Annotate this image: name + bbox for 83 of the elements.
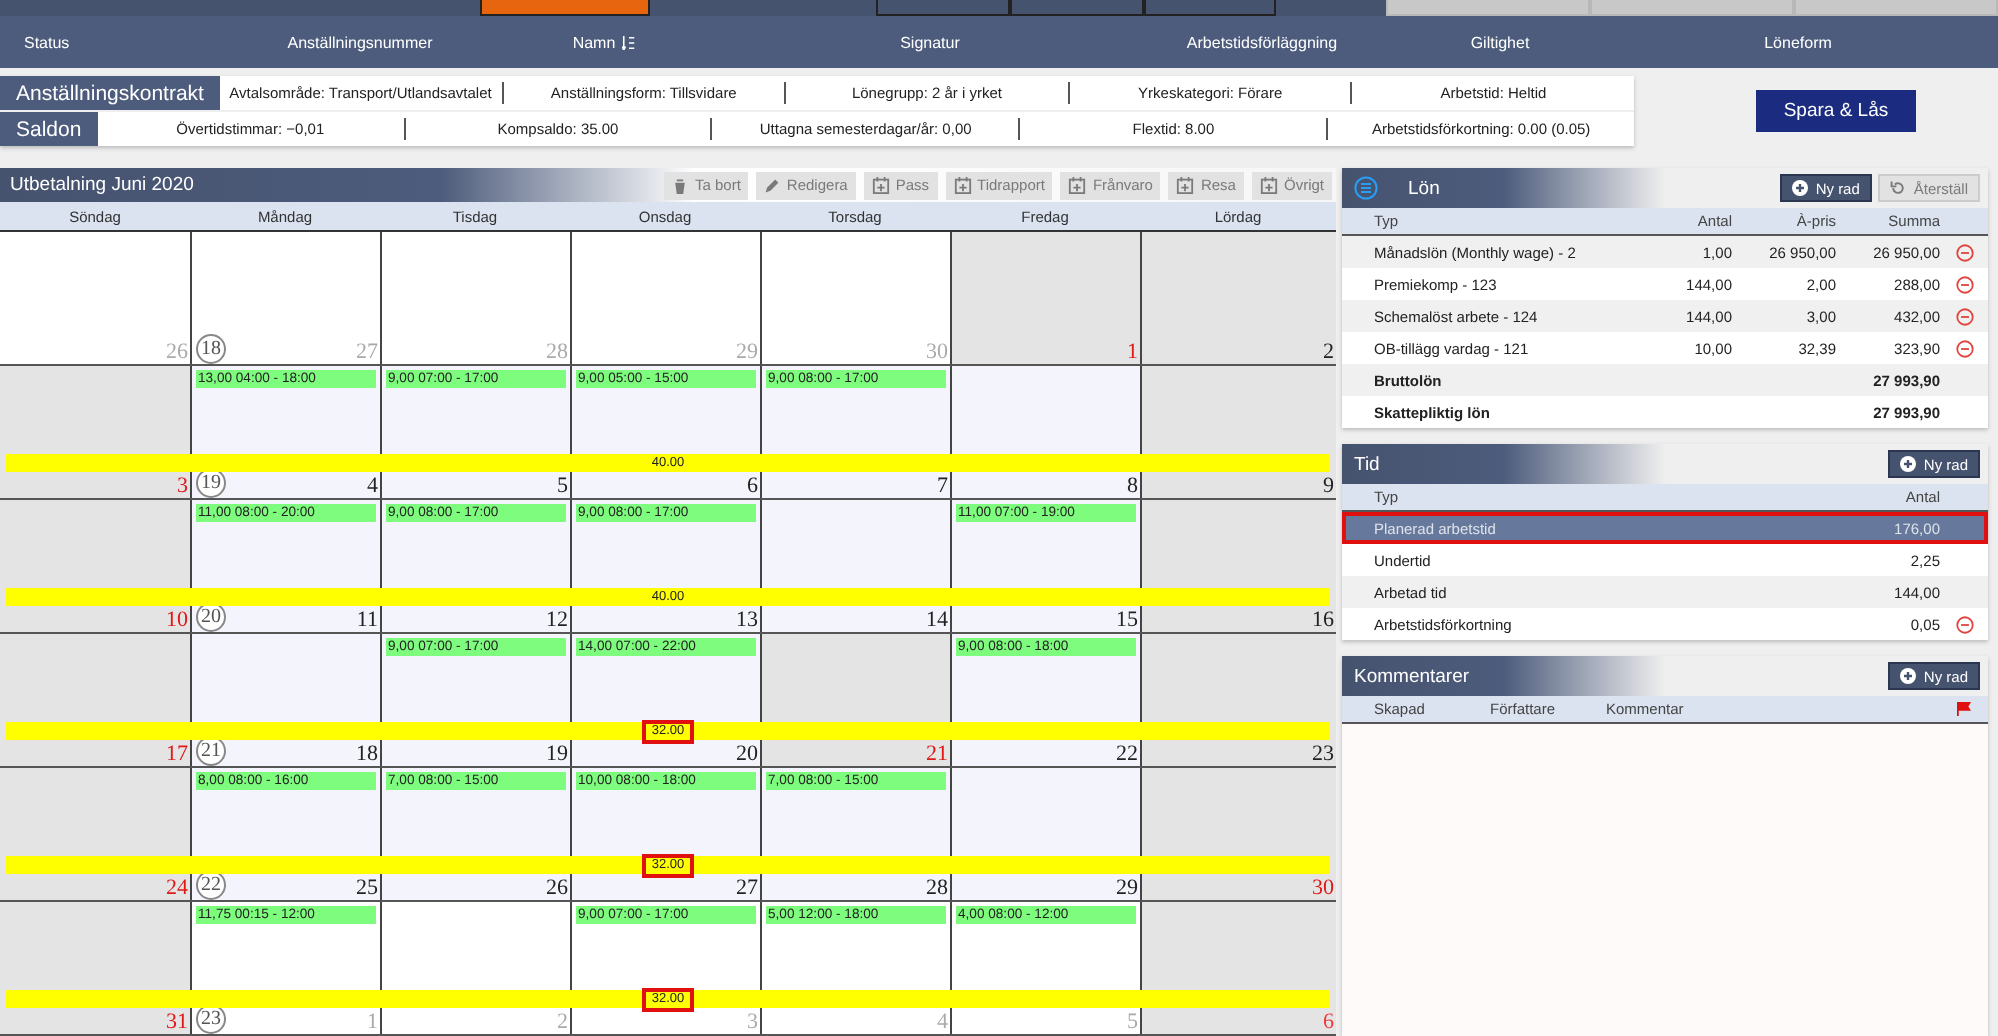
- section-label: Anställningskontrakt: [0, 76, 220, 110]
- calendar-plus-icon: [1068, 176, 1087, 195]
- day-number: 25: [356, 876, 378, 900]
- calendar-title: Utbetalning Juni 2020: [8, 174, 196, 197]
- day-number: 20: [736, 742, 758, 766]
- day-number: 29: [736, 340, 758, 364]
- day-number: 28: [546, 340, 568, 364]
- save-button[interactable]: Spara & Lås: [1755, 90, 1917, 132]
- day-number: 19: [546, 742, 568, 766]
- column-header[interactable]: Signatur: [900, 33, 960, 51]
- day-number: 30: [1312, 876, 1334, 900]
- day-number: 8: [1127, 474, 1138, 498]
- plus-icon: [1899, 456, 1916, 472]
- column-header[interactable]: Giltighet: [1470, 33, 1530, 51]
- plus-icon: [1899, 668, 1916, 684]
- day-number: 4: [937, 1010, 948, 1034]
- day-number: 11: [356, 608, 378, 632]
- day-cell[interactable]: 18 27: [190, 232, 380, 364]
- panel-title: Kommentarer: [1354, 665, 1470, 687]
- column-header[interactable]: Anställningsnummer: [287, 33, 433, 51]
- day-number: 21: [926, 742, 948, 766]
- remove-icon[interactable]: [1955, 275, 1973, 293]
- day-number: 6: [1323, 1010, 1334, 1034]
- day-cell[interactable]: 1: [950, 232, 1140, 364]
- day-number: 2: [557, 1010, 568, 1034]
- day-number: 5: [1127, 1010, 1138, 1034]
- trash-icon: [672, 177, 689, 194]
- day-number: 3: [177, 474, 188, 498]
- pencil-icon: [764, 177, 781, 194]
- remove-icon[interactable]: [1955, 243, 1973, 261]
- day-number: 31: [166, 1010, 188, 1034]
- day-number: 6: [747, 474, 758, 498]
- panel-title: Tid: [1354, 453, 1380, 475]
- tab-button[interactable]: [480, 0, 651, 16]
- column-header[interactable]: Löneform: [1764, 33, 1832, 51]
- day-number: 9: [1323, 474, 1334, 498]
- remove-icon[interactable]: [1955, 339, 1973, 357]
- tab-button[interactable]: [1009, 0, 1144, 16]
- day-number: 14: [926, 608, 948, 632]
- day-number: 27: [356, 340, 378, 364]
- calendar-plus-icon: [1176, 176, 1195, 195]
- flag-icon: [1954, 702, 1974, 716]
- day-number: 24: [166, 876, 188, 900]
- day-number: 18: [356, 742, 378, 766]
- day-number: 4: [367, 474, 378, 498]
- remove-icon[interactable]: [1955, 615, 1973, 633]
- column-header[interactable]: Status: [24, 33, 70, 51]
- day-number: 26: [166, 340, 188, 364]
- day-number: 12: [546, 608, 568, 632]
- column-header[interactable]: Namn: [572, 33, 636, 51]
- calendar-plus-icon: [1259, 176, 1278, 195]
- menu-icon[interactable]: [1354, 176, 1378, 200]
- day-number: 2: [1323, 340, 1334, 364]
- panel-title: Lön: [1408, 177, 1440, 199]
- sort-icon[interactable]: [621, 35, 636, 49]
- column-header[interactable]: Arbetstidsförläggning: [1186, 33, 1338, 51]
- day-number: 30: [926, 340, 948, 364]
- day-number: 17: [166, 742, 188, 766]
- day-number: 29: [1116, 876, 1138, 900]
- section-label: Saldon: [0, 112, 98, 146]
- plus-icon: [1791, 180, 1808, 196]
- day-number: 28: [926, 876, 948, 900]
- day-number: 13: [736, 608, 758, 632]
- day-number: 27: [736, 876, 758, 900]
- calendar-plus-icon: [871, 176, 890, 195]
- day-number: 10: [166, 608, 188, 632]
- day-number: 1: [367, 1010, 378, 1034]
- undo-icon: [1889, 180, 1906, 196]
- day-number: 7: [937, 474, 948, 498]
- day-number: 16: [1312, 608, 1334, 632]
- tab-button[interactable]: [1143, 0, 1277, 16]
- tab-button[interactable]: [876, 0, 1010, 16]
- day-number: 5: [557, 474, 568, 498]
- day-number: 1: [1127, 340, 1138, 364]
- remove-icon[interactable]: [1955, 307, 1973, 325]
- day-cell[interactable]: 2: [1140, 232, 1336, 364]
- week-number: 18: [196, 334, 226, 364]
- day-number: 23: [1312, 742, 1334, 766]
- day-number: 15: [1116, 608, 1138, 632]
- day-number: 22: [1116, 742, 1138, 766]
- day-number: 26: [546, 876, 568, 900]
- calendar-plus-icon: [953, 176, 972, 195]
- day-number: 3: [747, 1010, 758, 1034]
